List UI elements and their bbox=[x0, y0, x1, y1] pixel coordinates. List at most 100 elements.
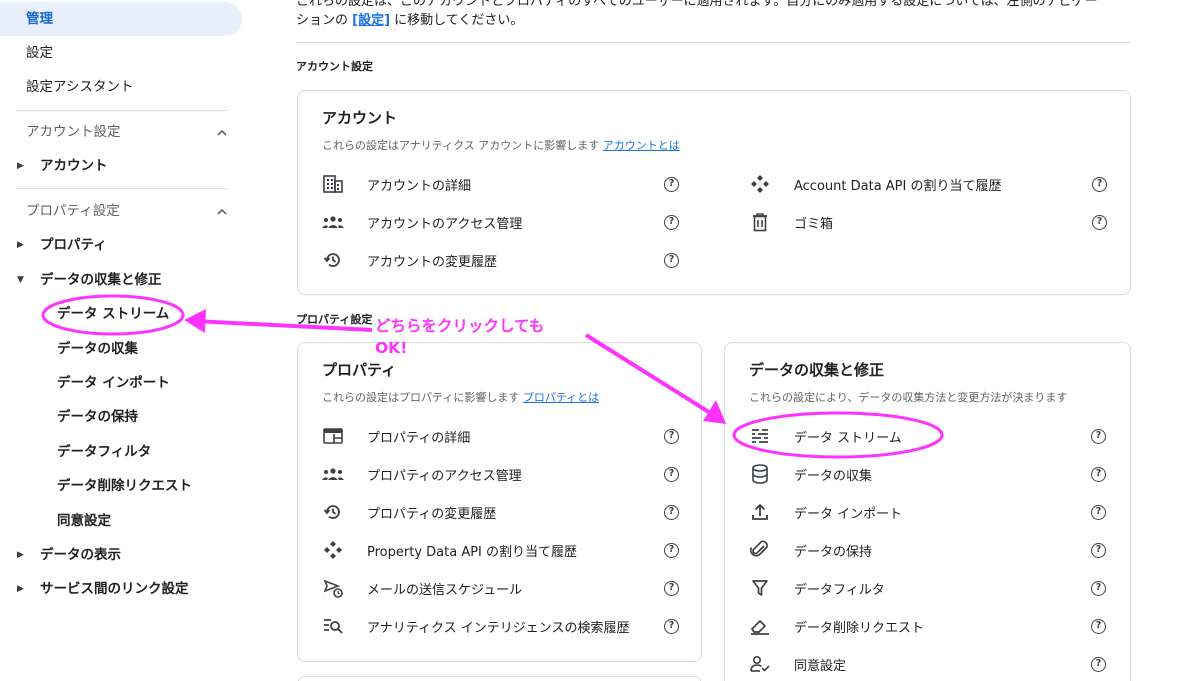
group-icon bbox=[322, 211, 344, 233]
row-label: Account Data API の割り当て履歴 bbox=[794, 178, 1002, 194]
property-history-row[interactable]: プロパティの変更履歴 bbox=[322, 500, 662, 524]
sidebar-item-label: 設定 bbox=[26, 45, 53, 61]
sidebar-item-label: データ削除リクエスト bbox=[57, 478, 192, 494]
help-icon[interactable]: ? bbox=[664, 253, 679, 268]
sidebar-item-consent[interactable]: 同意設定 bbox=[0, 504, 111, 538]
sidebar-item-account[interactable]: ▶ アカウント bbox=[0, 149, 108, 183]
sidebar-item-data-retention[interactable]: データの保持 bbox=[0, 400, 138, 434]
sidebar-item-data-collection-sub[interactable]: データの収集 bbox=[0, 332, 138, 366]
sidebar-item-label: 同意設定 bbox=[57, 513, 111, 529]
card-subtitle: これらの設定により、データの収集方法と変更方法が決まります bbox=[749, 391, 1068, 404]
account-card: アカウント これらの設定はアナリティクス アカウントに影響します アカウントとは… bbox=[297, 90, 1131, 295]
sidebar-item-label: データの表示 bbox=[40, 547, 121, 563]
settings-link[interactable]: [設定] bbox=[352, 13, 390, 28]
row-label: プロパティの詳細 bbox=[367, 430, 471, 446]
row-label: アカウントの詳細 bbox=[367, 178, 472, 194]
sidebar-item-service-links[interactable]: ▶ サービス間のリンク設定 bbox=[0, 572, 189, 606]
property-card: プロパティ これらの設定はプロパティに影響します プロパティとは プロパティの詳… bbox=[297, 342, 702, 662]
sidebar-item-property[interactable]: ▶ プロパティ bbox=[0, 228, 107, 262]
sidebar-item-data-import[interactable]: データ インポート bbox=[0, 366, 170, 400]
sidebar-item-label: データフィルタ bbox=[57, 444, 152, 460]
what-is-property-link[interactable]: プロパティとは bbox=[523, 391, 599, 404]
help-icon[interactable]: ? bbox=[664, 177, 679, 192]
property-settings-label: プロパティ設定 bbox=[296, 313, 373, 326]
sidebar-item-data-collection[interactable]: ▼ データの収集と修正 bbox=[0, 263, 162, 297]
sidebar-item-label: 設定アシスタント bbox=[26, 79, 134, 95]
consent-settings-row[interactable]: 同意設定 bbox=[749, 652, 1089, 676]
what-is-account-link[interactable]: アカウントとは bbox=[603, 139, 680, 152]
web-icon bbox=[322, 425, 344, 447]
row-label: データの収集 bbox=[794, 468, 873, 484]
sidebar-item-setup-assistant[interactable]: 設定アシスタント bbox=[0, 70, 133, 104]
help-icon[interactable]: ? bbox=[1091, 429, 1106, 444]
top-note-text: ションの bbox=[296, 13, 353, 28]
card-subtitle-text: これらの設定はプロパティに影響します bbox=[322, 391, 520, 404]
help-icon[interactable]: ? bbox=[664, 505, 679, 520]
property-access-row[interactable]: プロパティのアクセス管理 bbox=[322, 462, 662, 486]
help-icon[interactable]: ? bbox=[1091, 467, 1106, 482]
account-api-quota-row[interactable]: Account Data API の割り当て履歴 bbox=[749, 172, 1089, 196]
attachment-icon bbox=[749, 539, 771, 561]
help-icon[interactable]: ? bbox=[1092, 177, 1107, 192]
property-details-row[interactable]: プロパティの詳細 bbox=[322, 424, 662, 448]
card-title: データの収集と修正 bbox=[749, 361, 885, 379]
help-icon[interactable]: ? bbox=[1091, 543, 1106, 558]
email-schedule-row[interactable]: メールの送信スケジュール bbox=[322, 576, 662, 600]
top-note-text: に移動してください。 bbox=[390, 13, 524, 28]
help-icon[interactable]: ? bbox=[1091, 505, 1106, 520]
sidebar-item-label: データ ストリーム bbox=[57, 306, 170, 322]
help-icon[interactable]: ? bbox=[664, 543, 679, 558]
card-title: プロパティ bbox=[322, 361, 397, 379]
row-label: プロパティのアクセス管理 bbox=[367, 468, 522, 484]
data-retention-row[interactable]: データの保持 bbox=[749, 538, 1089, 562]
annotation-line: どちらをクリックしても bbox=[375, 317, 545, 335]
help-icon[interactable]: ? bbox=[1091, 581, 1106, 596]
sidebar-section-account-settings[interactable]: アカウント設定 bbox=[0, 115, 228, 149]
property-api-quota-row[interactable]: Property Data API の割り当て履歴 bbox=[322, 538, 662, 562]
help-icon[interactable]: ? bbox=[664, 467, 679, 482]
building-icon bbox=[322, 173, 344, 195]
sidebar-item-label: データの収集 bbox=[57, 341, 138, 357]
sidebar-item-admin[interactable]: 管理 bbox=[0, 2, 242, 36]
data-import-row[interactable]: データ インポート bbox=[749, 500, 1089, 524]
caret-right-icon: ▶ bbox=[17, 550, 24, 560]
row-label: 同意設定 bbox=[794, 658, 847, 674]
help-icon[interactable]: ? bbox=[664, 619, 679, 634]
sidebar-item-data-stream[interactable]: データ ストリーム bbox=[0, 297, 169, 331]
account-access-row[interactable]: アカウントのアクセス管理 bbox=[322, 210, 662, 234]
row-label: データ インポート bbox=[794, 506, 903, 522]
help-icon[interactable]: ? bbox=[1091, 657, 1106, 672]
help-icon[interactable]: ? bbox=[664, 581, 679, 596]
data-collection-row[interactable]: データの収集 bbox=[749, 462, 1089, 486]
card-subtitle-text: これらの設定はアナリティクス アカウントに影響します bbox=[322, 139, 600, 152]
sidebar-item-data-display[interactable]: ▶ データの表示 bbox=[0, 538, 121, 572]
group-icon bbox=[322, 463, 344, 485]
trash-row[interactable]: ゴミ箱 bbox=[749, 210, 1089, 234]
sidebar-divider bbox=[16, 188, 228, 189]
intelligence-search-history-row[interactable]: アナリティクス インテリジェンスの検索履歴 bbox=[322, 614, 662, 638]
account-history-row[interactable]: アカウントの変更履歴 bbox=[322, 248, 662, 272]
row-label: アカウントのアクセス管理 bbox=[367, 216, 523, 232]
data-deletion-row[interactable]: データ削除リクエスト bbox=[749, 614, 1089, 638]
sidebar-item-label: アカウント bbox=[40, 158, 108, 174]
trash-icon bbox=[749, 211, 771, 233]
help-icon[interactable]: ? bbox=[664, 429, 679, 444]
history-icon bbox=[322, 501, 344, 523]
data-filters-row[interactable]: データフィルタ bbox=[749, 576, 1089, 600]
help-icon[interactable]: ? bbox=[664, 215, 679, 230]
section-label: プロパティ設定 bbox=[26, 203, 120, 219]
sidebar-section-property-settings[interactable]: プロパティ設定 bbox=[0, 194, 228, 228]
help-icon[interactable]: ? bbox=[1092, 215, 1107, 230]
account-details-row[interactable]: アカウントの詳細 bbox=[322, 172, 662, 196]
row-label: ゴミ箱 bbox=[794, 216, 834, 232]
help-icon[interactable]: ? bbox=[1091, 619, 1106, 634]
sidebar-item-settings[interactable]: 設定 bbox=[0, 36, 53, 70]
sidebar-item-data-deletion[interactable]: データ削除リクエスト bbox=[0, 469, 192, 503]
sidebar-divider bbox=[16, 110, 228, 111]
data-stream-row[interactable]: データ ストリーム bbox=[749, 424, 1089, 448]
data-stream-icon bbox=[749, 425, 771, 447]
sidebar-item-label: 管理 bbox=[26, 11, 53, 27]
annotation-text: どちらをクリックしても OK! bbox=[375, 315, 544, 359]
sidebar-item-data-filters[interactable]: データフィルタ bbox=[0, 435, 151, 469]
sidebar-item-label: データの収集と修正 bbox=[40, 272, 162, 288]
